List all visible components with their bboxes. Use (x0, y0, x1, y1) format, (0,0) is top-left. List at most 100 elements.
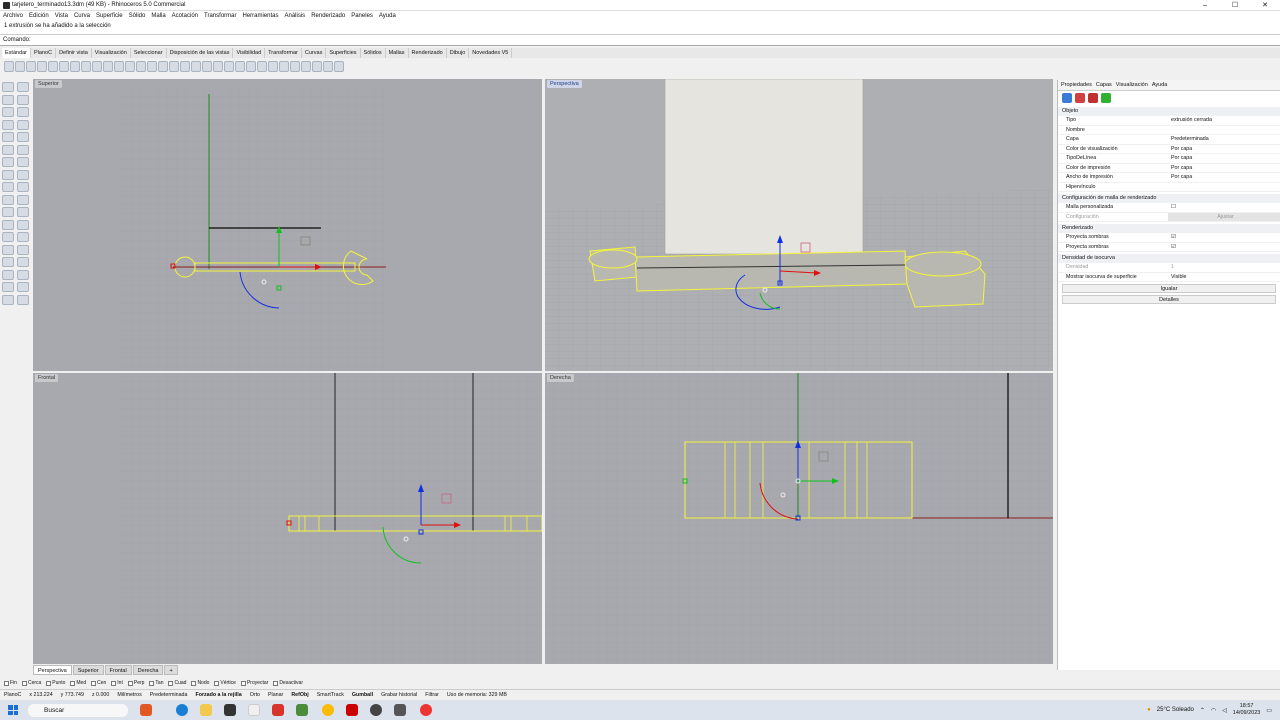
viewport-perspective-label[interactable]: Perspectiva (547, 80, 582, 88)
toggle-smarttrack[interactable]: SmartTrack (317, 690, 344, 699)
toggle-gumball[interactable]: Gumball (352, 690, 373, 699)
osnap-tan[interactable]: Tan (149, 680, 163, 686)
analyze-icon[interactable] (17, 257, 29, 267)
select-icon[interactable] (213, 60, 223, 72)
rotate-icon[interactable] (2, 232, 14, 242)
pan-icon[interactable] (114, 60, 124, 72)
casts-shadows-checkbox[interactable]: ☑ (1168, 233, 1280, 242)
rendered-icon[interactable] (290, 60, 300, 72)
check-icon[interactable] (17, 282, 29, 292)
viewport-right-label[interactable]: Derecha (547, 374, 574, 382)
shaded-icon[interactable] (279, 60, 289, 72)
menu-transformar[interactable]: Transformar (204, 11, 236, 21)
prop-row-print-color[interactable]: Color de impresión Por capa (1058, 164, 1280, 173)
osnap-med[interactable]: Med (70, 680, 86, 686)
polyline-icon[interactable] (2, 94, 14, 105)
pen-icon[interactable] (17, 269, 29, 280)
menu-malla[interactable]: Malla (151, 11, 165, 21)
cplane-icon[interactable] (202, 60, 212, 72)
options-icon[interactable] (323, 60, 333, 72)
checkbox-icon[interactable] (70, 680, 76, 686)
new-file-icon[interactable] (4, 60, 14, 72)
rectangle-icon[interactable] (17, 119, 29, 130)
close-button[interactable]: ✕ (1250, 0, 1280, 11)
prop-value[interactable]: Predeterminada (1168, 135, 1280, 144)
density-value[interactable]: 1 (1168, 263, 1280, 272)
taskbar-search[interactable]: Buscar (28, 704, 128, 717)
zoom-icon[interactable] (136, 60, 146, 72)
chrome-icon[interactable] (322, 704, 334, 716)
checkbox-icon[interactable] (127, 680, 133, 686)
move-icon[interactable] (2, 219, 14, 230)
sphere-icon[interactable] (17, 157, 29, 167)
tab-planoc[interactable]: PlanoC (31, 48, 57, 58)
tab-dibujo[interactable]: Dibujo (447, 48, 470, 58)
tab-renderizado[interactable]: Renderizado (409, 48, 447, 58)
prop-row-print-width[interactable]: Ancho de impresión Por capa (1058, 173, 1280, 183)
tab-visualizacion[interactable]: Visualización (92, 48, 131, 58)
tab-superficies[interactable]: Superficies (326, 48, 361, 58)
osnap-int[interactable]: Int (111, 680, 123, 686)
open-file-icon[interactable] (15, 60, 25, 72)
toggle-history[interactable]: Grabar historial (381, 690, 417, 699)
panel-tab-properties[interactable]: Propiedades (1061, 80, 1092, 90)
status-layer[interactable]: Predeterminada (150, 690, 188, 699)
tab-disposicion[interactable]: Disposición de las vistas (167, 48, 234, 58)
object-props-icon[interactable] (1062, 93, 1072, 103)
menu-edicion[interactable]: Edición (29, 11, 49, 21)
tab-transformar[interactable]: Transformar (265, 48, 302, 58)
details-button[interactable]: Detalles (1062, 295, 1276, 304)
prop-value[interactable]: Por capa (1168, 164, 1280, 173)
menu-analisis[interactable]: Análisis (285, 11, 306, 21)
adjust-button[interactable]: Ajustar (1168, 212, 1280, 221)
save-icon[interactable] (26, 60, 36, 72)
tab-curvas[interactable]: Curvas (302, 48, 327, 58)
drafting-icon[interactable] (2, 282, 14, 292)
prop-row-nombre[interactable]: Nombre (1058, 126, 1280, 135)
hide-icon[interactable] (224, 60, 234, 72)
prop-value[interactable] (1168, 183, 1280, 192)
status-cplane[interactable]: PlanoC (4, 690, 21, 699)
tab-estandar[interactable]: Estándar (2, 48, 32, 58)
menu-superficie[interactable]: Superficie (96, 11, 123, 21)
match-button[interactable]: Igualar (1062, 284, 1276, 293)
weather-text[interactable]: 25°C Soleado (1157, 707, 1194, 713)
menu-acotacion[interactable]: Acotación (172, 11, 198, 21)
osnap-desactivar[interactable]: Desactivar (273, 680, 303, 686)
minecraft-icon[interactable] (296, 704, 308, 716)
toggle-grid-snap[interactable]: Forzado a la rejilla (195, 690, 241, 699)
taskbar-widget-icon[interactable] (140, 704, 152, 716)
select-arrow-icon[interactable] (2, 82, 14, 92)
tab-visibilidad[interactable]: Visibilidad (233, 48, 266, 58)
prop-row-custom-mesh[interactable]: Malla personalizada ☐ (1058, 203, 1280, 213)
panel-tab-help[interactable]: Ayuda (1152, 80, 1168, 90)
box-icon[interactable] (2, 157, 14, 167)
render-tool-icon[interactable] (2, 269, 14, 280)
taskbar-clock[interactable]: 18:57 14/09/2023 (1233, 703, 1261, 717)
curve-icon[interactable] (17, 94, 29, 105)
file-explorer-icon[interactable] (200, 704, 212, 716)
receives-shadows-checkbox[interactable]: ☑ (1168, 243, 1280, 252)
mirror-icon[interactable] (2, 244, 14, 255)
osnap-proyectar[interactable]: Proyectar (240, 680, 268, 686)
isocurve-visible-checkbox[interactable]: Visible (1168, 273, 1280, 282)
toggle-ortho[interactable]: Orto (250, 690, 260, 699)
prop-row-show-isocurves[interactable]: Mostrar isocurva de superficie Visible (1058, 273, 1280, 282)
checkbox-icon[interactable] (149, 680, 155, 686)
extrude-icon[interactable] (17, 144, 29, 155)
volume-icon[interactable]: ◁ (1222, 707, 1227, 714)
vtab-derecha[interactable]: Derecha (132, 665, 164, 675)
zoom-extents-icon[interactable] (158, 60, 168, 72)
lock-icon[interactable] (246, 60, 256, 72)
maximize-button[interactable]: ☐ (1220, 0, 1250, 11)
menu-herramientas[interactable]: Herramientas (242, 11, 278, 21)
minimize-button[interactable]: – (1190, 0, 1220, 11)
mesh-icon[interactable] (2, 169, 14, 180)
toggle-filter[interactable]: Filtrar (425, 690, 439, 699)
layer-icon[interactable] (257, 60, 267, 72)
osnap-punto[interactable]: Punto (46, 680, 65, 686)
scale-icon[interactable] (17, 232, 29, 242)
trim-icon[interactable] (17, 194, 29, 205)
render-icon[interactable] (301, 60, 311, 72)
osnap-vertice[interactable]: Vértice (214, 680, 236, 686)
